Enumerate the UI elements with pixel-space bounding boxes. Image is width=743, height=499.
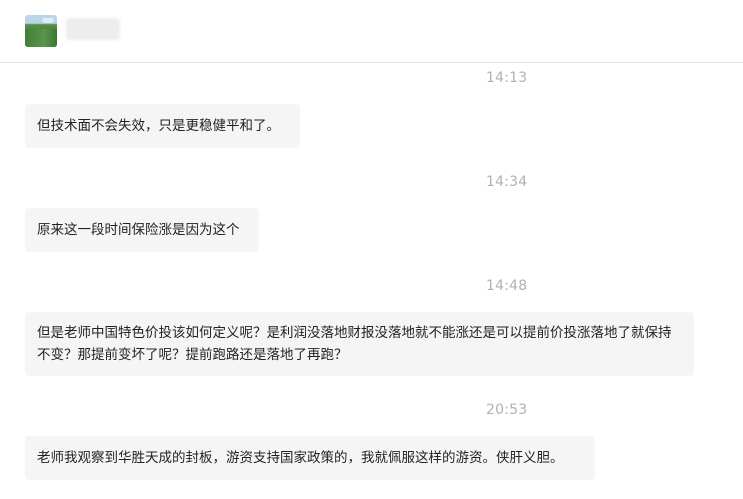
chat-message-list[interactable]: 14:13 但技术面不会失效，只是更稳健平和了。 14:34 原来这一段时间保险… [0,64,743,499]
chat-header: ■■■■ [0,0,743,63]
avatar-field-image [25,29,57,47]
message-timestamp: 14:34 [486,174,528,190]
message-timestamp: 14:13 [486,70,528,86]
message-timestamp: 14:48 [486,278,528,294]
contact-avatar[interactable] [25,15,57,47]
message-bubble[interactable]: 但是老师中国特色价投该如何定义呢？是利润没落地财报没落地就不能涨还是可以提前价投… [25,312,694,376]
contact-name[interactable]: ■■■■ [66,18,120,40]
message-bubble[interactable]: 原来这一段时间保险涨是因为这个 [25,208,259,252]
message-bubble[interactable]: 但技术面不会失效，只是更稳健平和了。 [25,104,300,148]
message-timestamp: 20:53 [486,402,528,418]
avatar-sky-highlight [42,18,54,23]
message-bubble[interactable]: 老师我观察到华胜天成的封板，游资支持国家政策的，我就佩服这样的游资。侠肝义胆。 [25,436,595,480]
